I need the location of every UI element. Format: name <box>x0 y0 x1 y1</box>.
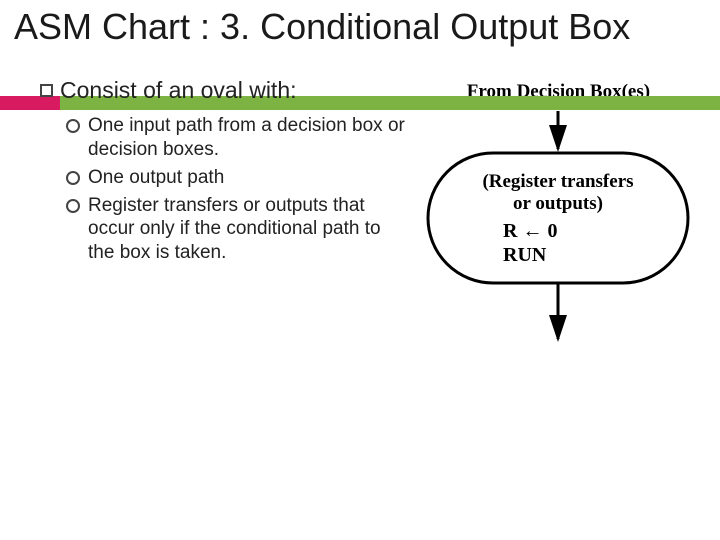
oval-line1: (Register transfers <box>483 171 634 192</box>
title-area: ASM Chart : 3. Conditional Output Box <box>0 0 720 47</box>
bullet-main: Consist of an oval with: <box>40 77 409 104</box>
conditional-output-diagram: (Register transfers or outputs) R ← 0 RU… <box>413 109 703 369</box>
oval-line2: or outputs) <box>513 193 603 214</box>
slide: ASM Chart : 3. Conditional Output Box Co… <box>0 0 720 540</box>
bullet-sub: Register transfers or outputs that occur… <box>40 194 409 265</box>
bullet-sub: One output path <box>40 166 409 190</box>
oval-line4: RUN <box>503 244 547 266</box>
bullet-sub: One input path from a decision box or de… <box>40 114 409 162</box>
text-column: Consist of an oval with: One input path … <box>40 77 409 369</box>
slide-title: ASM Chart : 3. Conditional Output Box <box>14 6 710 47</box>
oval-line3: R ← 0 <box>503 220 557 242</box>
figure-column: From Decision Box(es) (Register transfer… <box>409 77 708 369</box>
